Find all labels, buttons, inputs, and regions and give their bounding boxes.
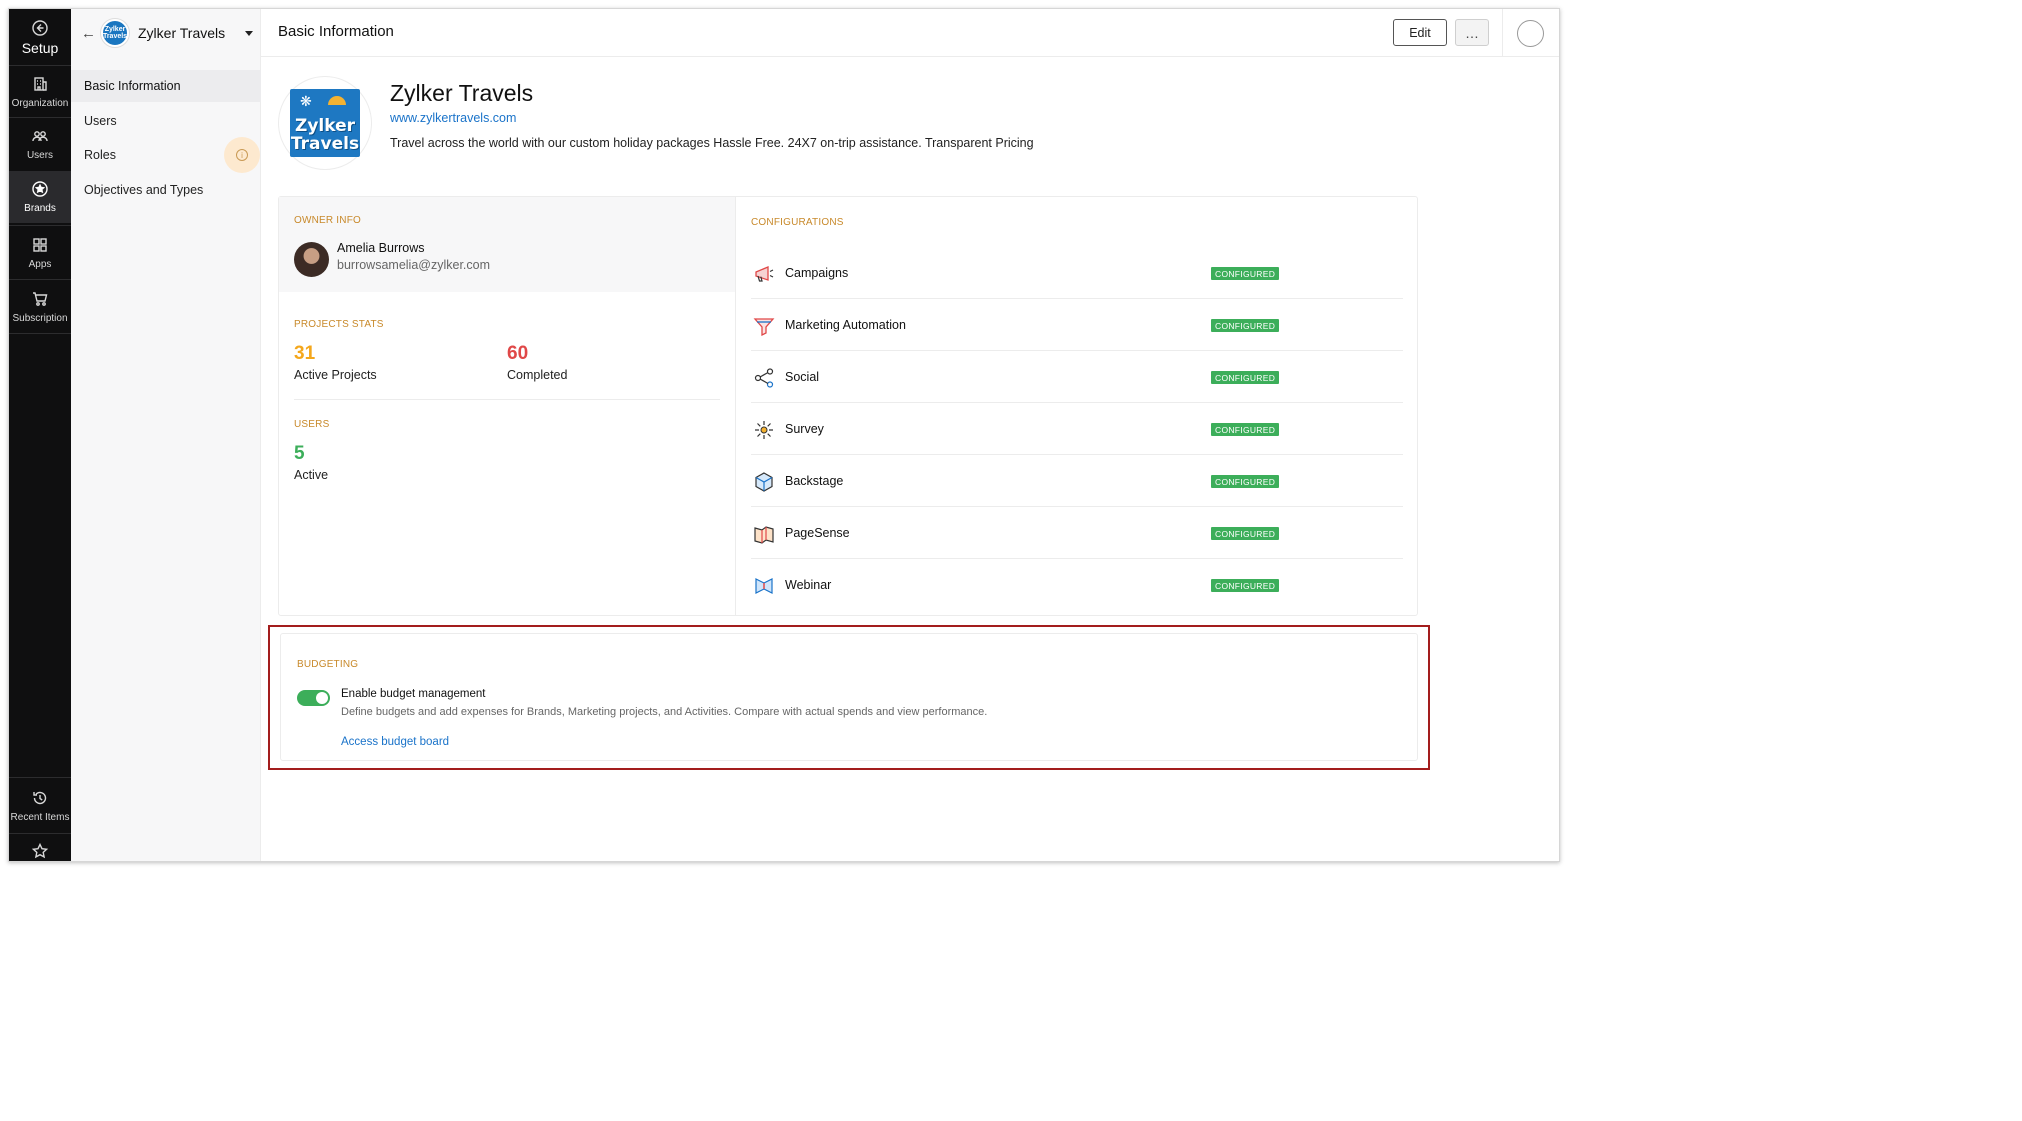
top-bar: Basic Information Edit … (261, 9, 1559, 57)
edit-button[interactable]: Edit (1393, 19, 1447, 46)
configured-badge: CONFIGURED (1211, 371, 1280, 384)
survey-icon (755, 421, 773, 439)
config-name: Survey (785, 422, 824, 436)
cube-icon (755, 472, 773, 492)
secondary-sidebar: ← Zylker Travels Zylker Travels Basic Inf… (71, 9, 261, 861)
page-title: Basic Information (278, 23, 394, 40)
config-name: Backstage (785, 474, 844, 488)
sidebar-item-users[interactable]: Users (71, 105, 261, 137)
roles-info-button[interactable]: i (224, 137, 260, 173)
rail-item-label: Brands (24, 203, 56, 214)
configured-badge: CONFIGURED (1211, 475, 1280, 488)
setup-back-button[interactable]: Setup (9, 9, 71, 65)
rail-item-label: Subscription (12, 313, 68, 324)
projects-stats-heading: PROJECTS STATS (294, 319, 384, 330)
config-name: Webinar (785, 578, 832, 592)
config-row-webinar[interactable]: Webinar CONFIGURED (751, 559, 1403, 611)
config-row-marketing-automation[interactable]: Marketing Automation CONFIGURED (751, 299, 1403, 351)
building-icon (34, 77, 47, 91)
webinar-icon (755, 578, 773, 594)
config-row-campaigns[interactable]: Campaigns CONFIGURED (751, 247, 1403, 299)
owner-name: Amelia Burrows (337, 241, 425, 255)
sidebar-item-basic-information[interactable]: Basic Information (71, 70, 261, 102)
share-icon (754, 368, 774, 388)
highlight-box (268, 625, 1430, 770)
config-row-social[interactable]: Social CONFIGURED (751, 351, 1403, 403)
users-icon (32, 131, 48, 142)
brand-logo-text-line2: Travels (290, 134, 360, 154)
brand-switcher-title: Zylker Travels (138, 25, 226, 41)
rail-item-users[interactable]: Users (9, 119, 71, 169)
brand-info-panel: OWNER INFO Amelia Burrows burrowsamelia@… (278, 196, 1418, 616)
configured-badge: CONFIGURED (1211, 267, 1280, 280)
owner-info-heading: OWNER INFO (294, 215, 361, 226)
owner-avatar (294, 242, 329, 277)
config-row-backstage[interactable]: Backstage CONFIGURED (751, 455, 1403, 507)
active-projects-label: Active Projects (294, 368, 377, 382)
star-badge-icon (32, 181, 48, 197)
cart-icon (33, 292, 48, 306)
info-icon: i (236, 149, 248, 161)
palm-tree-icon: ❋ (300, 93, 312, 109)
pagesense-icon (754, 526, 774, 544)
configured-badge: CONFIGURED (1211, 423, 1280, 436)
brand-website-link[interactable]: www.zylkertravels.com (390, 111, 516, 125)
configured-badge: CONFIGURED (1211, 527, 1280, 540)
back-arrow-icon[interactable]: ← (81, 25, 99, 42)
completed-projects-count: 60 (507, 343, 529, 364)
favorites-button[interactable] (9, 839, 71, 861)
users-heading: USERS (294, 419, 330, 430)
config-name: Marketing Automation (785, 318, 906, 332)
sun-icon (328, 96, 346, 105)
rail-item-label: Apps (28, 259, 52, 270)
brand-logo-frame: ❋ Zylker Travels (278, 76, 372, 170)
history-icon (33, 791, 47, 805)
owner-email: burrowsamelia@zylker.com (337, 258, 491, 272)
rail-item-recent-items[interactable]: Recent Items (9, 781, 71, 831)
chevron-down-icon[interactable] (245, 31, 253, 36)
owner-info-box: OWNER INFO Amelia Burrows burrowsamelia@… (279, 197, 735, 292)
app-window: Setup Organization Users Brands Apps Sub… (8, 8, 1560, 862)
megaphone-icon (755, 266, 774, 282)
config-row-survey[interactable]: Survey CONFIGURED (751, 403, 1403, 455)
config-name: Social (785, 370, 820, 384)
star-icon (31, 842, 49, 859)
grid-icon (33, 238, 47, 252)
left-rail: Setup Organization Users Brands Apps Sub… (9, 9, 71, 861)
funnel-icon (753, 318, 775, 337)
completed-projects-label: Completed (507, 368, 568, 382)
rail-item-label: Users (26, 150, 54, 161)
user-avatar[interactable] (1517, 20, 1544, 47)
config-row-pagesense[interactable]: PageSense CONFIGURED (751, 507, 1403, 559)
brand-name: Zylker Travels (390, 80, 534, 106)
rail-item-organization[interactable]: Organization (9, 67, 71, 117)
brand-logo: ❋ Zylker Travels (290, 89, 360, 157)
active-users-label: Active (294, 468, 329, 482)
back-circle-icon (32, 19, 48, 36)
brand-logo-small: Zylker Travels (101, 19, 129, 47)
configured-badge: CONFIGURED (1211, 319, 1280, 332)
rail-item-brands[interactable]: Brands (9, 171, 71, 223)
sidebar-item-label: Roles (84, 148, 116, 162)
config-name: PageSense (785, 526, 850, 540)
setup-label: Setup (21, 39, 59, 56)
sidebar-item-label: Basic Information (84, 79, 181, 93)
rail-item-subscription[interactable]: Subscription (9, 281, 71, 333)
brand-switcher[interactable]: ← Zylker Travels Zylker Travels (71, 9, 261, 57)
rail-item-apps[interactable]: Apps (9, 227, 71, 279)
rail-item-label: Recent Items (10, 812, 70, 823)
active-projects-count: 31 (294, 343, 316, 364)
sidebar-item-objectives-and-types[interactable]: Objectives and Types (71, 174, 261, 206)
configured-badge: CONFIGURED (1211, 579, 1280, 592)
brand-description: Travel across the world with our custom … (390, 136, 1034, 150)
configurations-heading: CONFIGURATIONS (751, 217, 844, 228)
sidebar-item-label: Objectives and Types (84, 183, 204, 197)
config-name: Campaigns (785, 266, 849, 280)
more-options-button[interactable]: … (1455, 19, 1489, 46)
brand-logo-text-line1: Zylker (295, 116, 355, 136)
active-users-count: 5 (294, 443, 305, 464)
sidebar-item-label: Users (84, 114, 117, 128)
rail-item-label: Organization (11, 98, 69, 109)
